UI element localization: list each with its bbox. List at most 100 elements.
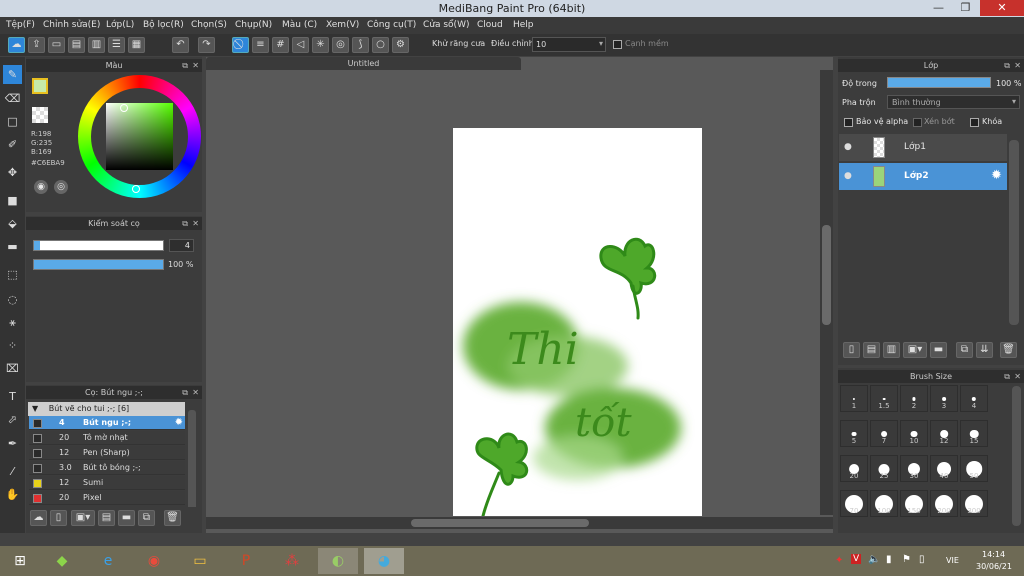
brush-size-option[interactable]: 70: [840, 490, 868, 517]
brush-size-option[interactable]: 30: [900, 455, 928, 482]
clipping-checkbox[interactable]: [913, 118, 922, 127]
brush-size-scrollbar[interactable]: [1012, 386, 1021, 526]
powerpoint-icon[interactable]: P: [226, 548, 266, 574]
snap-off-icon[interactable]: ⃠: [232, 37, 249, 53]
horizontal-scrollbar[interactable]: [206, 517, 833, 529]
maximize-button[interactable]: ❐: [952, 0, 979, 16]
horizontal-scroll-thumb[interactable]: [411, 519, 589, 527]
saturation-value-square[interactable]: [106, 103, 173, 170]
vertical-scrollbar[interactable]: [820, 70, 833, 515]
brush-size-option[interactable]: 20: [840, 455, 868, 482]
blur-tool-icon[interactable]: ✐: [3, 135, 22, 154]
merge-layer-icon[interactable]: ⇊: [976, 342, 993, 358]
layer-list-scrollbar[interactable]: [1009, 140, 1019, 325]
undock-icon[interactable]: ⧉: [182, 59, 188, 72]
brush-group-header[interactable]: ▼ Bút vẽ cho tui ;-; [6]: [28, 402, 185, 416]
menu-window[interactable]: Cửa sổ(W): [423, 20, 469, 30]
brush-size-option[interactable]: 7: [870, 420, 898, 447]
network-icon[interactable]: ▮: [886, 554, 892, 565]
menu-view[interactable]: Xem(V): [326, 20, 359, 30]
brush-list-item[interactable]: 3.0 Bút tô bóng ;-;: [29, 461, 185, 475]
visibility-eye-icon[interactable]: ●: [844, 142, 852, 152]
brush-size-option[interactable]: 1: [840, 385, 868, 412]
snap-parallel-icon[interactable]: ≡: [252, 37, 269, 53]
bluestacks-icon[interactable]: ◆: [42, 548, 82, 574]
layer-opacity-slider[interactable]: [887, 77, 991, 88]
fill-tool-icon[interactable]: ⬙: [3, 214, 22, 233]
brush-settings-gear-icon[interactable]: ✹: [175, 417, 183, 428]
menu-filter[interactable]: Bộ lọc(R): [143, 20, 184, 30]
brush-size-option[interactable]: 3: [930, 385, 958, 412]
menu-help[interactable]: Help: [513, 20, 534, 30]
collapse-icon[interactable]: ▼: [32, 404, 38, 413]
brush-tool-icon[interactable]: ✎: [3, 65, 22, 84]
brush-add-dropdown-icon[interactable]: ▣▾: [71, 510, 95, 526]
snap-grid-icon[interactable]: #: [272, 37, 289, 53]
file-explorer-icon[interactable]: ▭: [180, 548, 220, 574]
brush-list-scrollbar[interactable]: [188, 410, 196, 510]
close-icon[interactable]: ✕: [1014, 59, 1021, 72]
menu-select[interactable]: Chọn(S): [191, 20, 227, 30]
clock-date[interactable]: 30/06/21: [976, 562, 1012, 571]
vertical-scroll-thumb[interactable]: [822, 225, 831, 325]
rect-tool-icon[interactable]: ■: [3, 191, 22, 210]
close-button[interactable]: ✕: [980, 0, 1024, 16]
note-icon[interactable]: ▤: [68, 37, 85, 53]
select-pen-icon[interactable]: ⁘: [3, 336, 22, 355]
language-indicator[interactable]: VIE: [946, 556, 959, 565]
new-layer-8bit-icon[interactable]: ▤: [863, 342, 880, 358]
brush-size-option[interactable]: 15: [960, 420, 988, 447]
list-icon[interactable]: ☰: [108, 37, 125, 53]
snap-settings-icon[interactable]: ⚙: [392, 37, 409, 53]
brush-list-item[interactable]: 12 Sumi: [29, 476, 185, 490]
eraser-tool-icon[interactable]: ⌫: [3, 89, 22, 108]
cloud-icon[interactable]: ☁: [8, 37, 25, 53]
brush-size-slider[interactable]: [33, 240, 164, 251]
brush-size-option[interactable]: 2: [900, 385, 928, 412]
color-history-icon[interactable]: ◎: [54, 180, 68, 194]
menu-layer[interactable]: Lớp(L): [106, 20, 134, 30]
windows-start-icon[interactable]: ⊞: [0, 548, 40, 574]
folder-icon[interactable]: ▬: [118, 510, 135, 526]
menu-tools[interactable]: Công cụ(T): [367, 20, 416, 30]
volume-icon[interactable]: 🔈: [868, 554, 880, 565]
new-brush-icon[interactable]: ▯: [50, 510, 67, 526]
snap-circle-icon[interactable]: ◎: [332, 37, 349, 53]
brush-list-item[interactable]: 4 Bút ngu ;-; ✹: [29, 416, 185, 430]
hue-cursor[interactable]: [132, 185, 140, 193]
operation-tool-icon[interactable]: ⬀: [3, 410, 22, 429]
brush-opacity-slider[interactable]: [33, 259, 164, 270]
brush-size-option[interactable]: 10: [900, 420, 928, 447]
brush-size-option[interactable]: 12: [930, 420, 958, 447]
brush-size-option[interactable]: 40: [930, 455, 958, 482]
menu-cloud[interactable]: Cloud: [477, 20, 503, 30]
redo-icon[interactable]: ↷: [198, 37, 215, 53]
brush-list-item[interactable]: 12 Pen (Sharp): [29, 446, 185, 460]
hand-tool-icon[interactable]: ✋: [3, 485, 22, 504]
brush-size-option[interactable]: 200: [930, 490, 958, 517]
battery-icon[interactable]: ▯: [919, 554, 925, 565]
trash-icon[interactable]: 🗑: [1000, 342, 1017, 358]
close-icon[interactable]: ✕: [192, 59, 199, 72]
export-icon[interactable]: ⇪: [28, 37, 45, 53]
gradient-tool-icon[interactable]: ▬: [3, 237, 22, 256]
snap-ellipse-icon[interactable]: ○: [372, 37, 389, 53]
brush-size-option[interactable]: 5: [840, 420, 868, 447]
undo-icon[interactable]: ↶: [172, 37, 189, 53]
text-tool-icon[interactable]: T: [3, 387, 22, 406]
grid-icon[interactable]: ▦: [128, 37, 145, 53]
close-icon[interactable]: ✕: [192, 217, 199, 230]
menu-color[interactable]: Màu (C): [282, 20, 317, 30]
page-icon[interactable]: ▥: [88, 37, 105, 53]
duplicate-brush-icon[interactable]: ⧉: [138, 510, 155, 526]
sv-cursor[interactable]: [120, 104, 128, 112]
app-icon-active[interactable]: ◐: [318, 548, 358, 574]
tray-v-icon[interactable]: V: [851, 554, 862, 564]
select-eraser-icon[interactable]: ⌧: [3, 359, 22, 378]
comment-icon[interactable]: ▭: [48, 37, 65, 53]
brush-settings-icon[interactable]: ▤: [98, 510, 115, 526]
undock-icon[interactable]: ⧉: [1004, 59, 1010, 72]
palette-icon[interactable]: ◉: [34, 180, 48, 194]
undock-icon[interactable]: ⧉: [182, 217, 188, 230]
brush-size-option[interactable]: 100: [870, 490, 898, 517]
